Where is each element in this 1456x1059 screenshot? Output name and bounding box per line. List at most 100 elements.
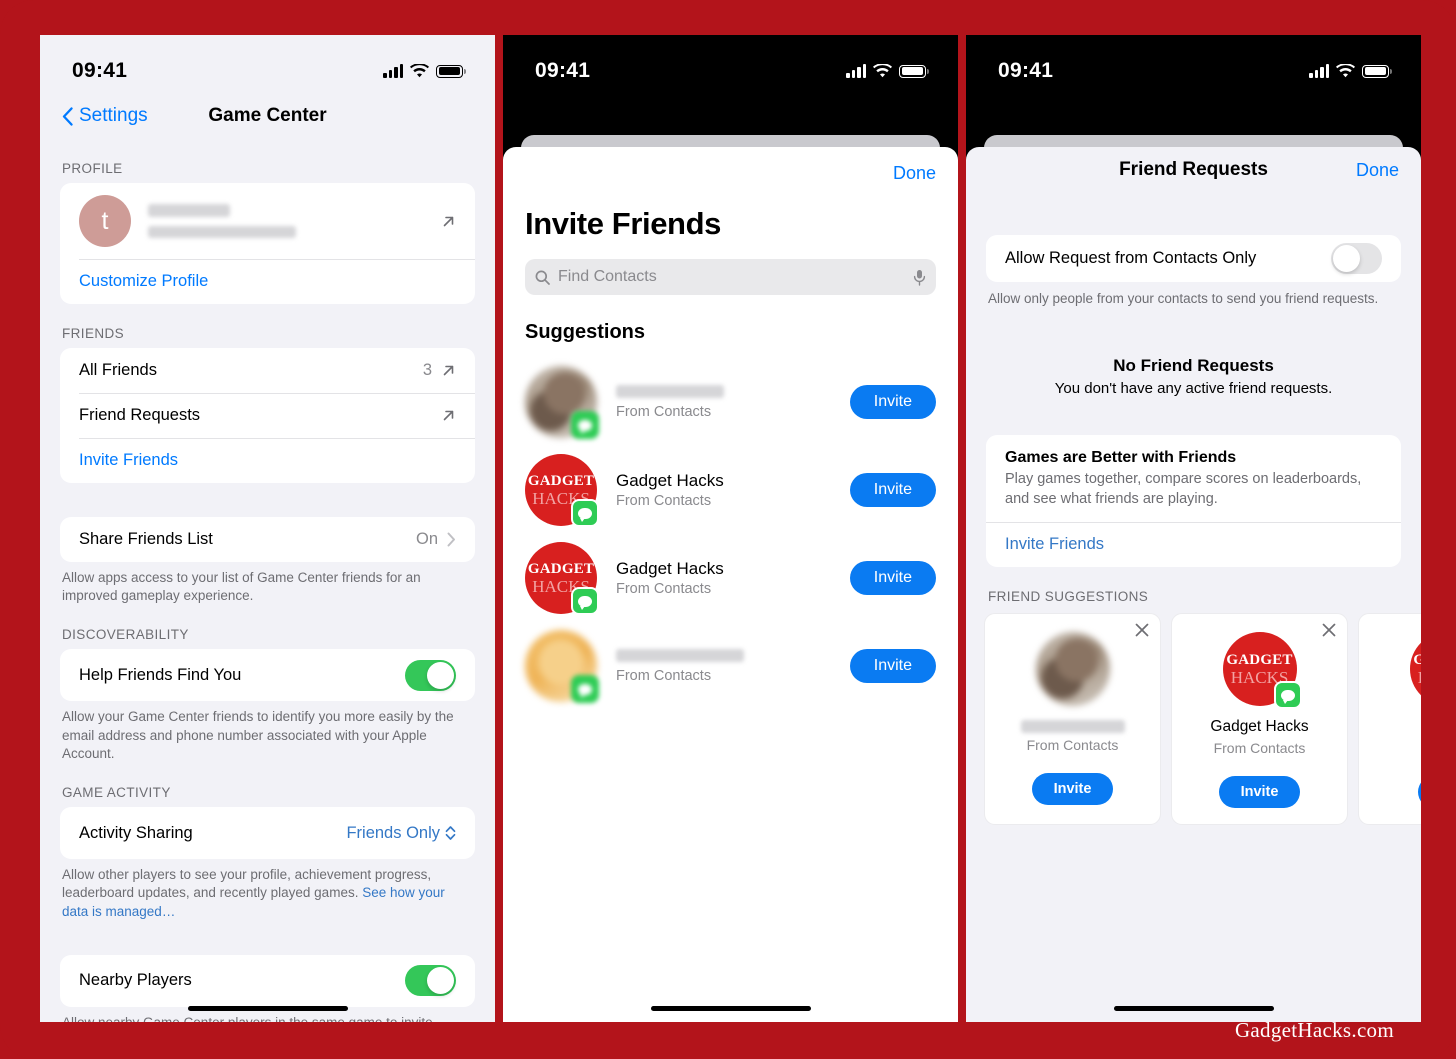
- card-name: Gadge: [1369, 718, 1421, 736]
- share-friends-list-label: Share Friends List: [79, 530, 213, 548]
- share-friends-list-card: Share Friends List On: [60, 517, 475, 562]
- settings-scroll-area[interactable]: PROFILE t Customize Profile FRIENDS All …: [40, 139, 495, 1022]
- avatar-initial: t: [101, 206, 109, 235]
- cellular-signal-icon: [1309, 64, 1329, 78]
- row-all-friends[interactable]: All Friends 3: [60, 348, 475, 393]
- contact-name: Gadget Hacks: [616, 471, 724, 490]
- nearby-players-card: Nearby Players: [60, 954, 475, 1007]
- invite-button[interactable]: Invite: [849, 561, 936, 595]
- nearby-players-toggle[interactable]: [405, 965, 456, 997]
- customize-profile-row[interactable]: Customize Profile: [60, 259, 475, 304]
- friends-section-header: FRIENDS: [62, 326, 125, 341]
- done-button[interactable]: Done: [1356, 160, 1399, 181]
- card-source: From C: [1369, 740, 1421, 756]
- help-friends-find-you-label: Help Friends Find You: [79, 665, 242, 684]
- row-invite-friends[interactable]: Invite Friends: [60, 438, 475, 483]
- logo-line-1: GADGET: [527, 472, 595, 489]
- status-bar-3: 09:41: [966, 35, 1421, 93]
- sheet-title: Friend Requests: [1119, 159, 1268, 180]
- microphone-icon[interactable]: [913, 269, 926, 286]
- promo-card: Games are Better with Friends Play games…: [986, 435, 1401, 568]
- phones-row: 09:41 Settings Game Center PROFILE t Cus…: [0, 0, 1456, 1059]
- profile-text: [148, 204, 441, 238]
- arrow-up-right-icon: [441, 363, 456, 378]
- invite-button[interactable]: In: [1418, 776, 1421, 809]
- status-bar-icons: [846, 64, 929, 78]
- invite-button[interactable]: Invite: [1031, 773, 1114, 806]
- logo-line-1: GADGET: [527, 560, 595, 577]
- done-button[interactable]: Done: [893, 163, 936, 184]
- contact-source: From Contacts: [616, 667, 712, 684]
- logo-line-2: HACKS: [1418, 669, 1421, 686]
- list-item[interactable]: From Contacts Invite: [525, 622, 936, 710]
- list-item[interactable]: From Contacts Invite: [525, 358, 936, 446]
- back-button-label: Settings: [79, 105, 148, 126]
- watermark: GadgetHacks.com: [1234, 1018, 1394, 1042]
- allow-request-label: Allow Request from Contacts Only: [1005, 249, 1257, 267]
- contact-text: From Contacts: [616, 384, 850, 420]
- friend-requests-label: Friend Requests: [79, 406, 201, 424]
- profile-id-redacted: [148, 226, 296, 238]
- friend-requests-sheet: Friend Requests Done Allow Request from …: [966, 147, 1421, 1022]
- promo-invite-friends-link[interactable]: Invite Friends: [986, 522, 1401, 567]
- game-activity-footnote: Allow other players to see your profile,…: [40, 859, 495, 921]
- row-activity-sharing[interactable]: Activity Sharing Friends Only: [60, 807, 475, 859]
- home-indicator: [1113, 1006, 1274, 1011]
- empty-state: No Friend Requests You don't have any ac…: [966, 308, 1421, 397]
- battery-icon: [1362, 64, 1392, 78]
- arrow-up-right-icon: [441, 214, 456, 229]
- invite-button[interactable]: Invite: [849, 649, 936, 683]
- contact-source: From Contacts: [616, 493, 712, 509]
- all-friends-count: 3: [422, 361, 432, 379]
- help-friends-find-you-toggle[interactable]: [405, 659, 456, 691]
- row-allow-request-contacts-only[interactable]: Allow Request from Contacts Only: [986, 235, 1401, 282]
- row-help-friends-find-you[interactable]: Help Friends Find You: [60, 649, 475, 701]
- sheet-title: Invite Friends: [525, 206, 721, 241]
- invite-button[interactable]: Invite: [849, 473, 936, 507]
- contact-text: Gadget Hacks From Contacts: [616, 559, 850, 597]
- friend-suggestion-card[interactable]: GADGET HACKS Gadge From C In: [1358, 613, 1421, 826]
- all-friends-label: All Friends: [79, 361, 157, 379]
- search-contacts-field[interactable]: Find Contacts: [525, 259, 936, 295]
- profile-name-redacted: [148, 204, 230, 217]
- friend-suggestions-carousel[interactable]: From Contacts Invite GADGET HACKS Gadget…: [966, 613, 1421, 826]
- contact-avatar: [525, 630, 599, 703]
- invite-button[interactable]: Invite: [849, 385, 936, 419]
- suggestions-header: Suggestions: [525, 321, 646, 343]
- discoverability-card: Help Friends Find You: [60, 649, 475, 702]
- list-item[interactable]: GADGET HACKS Gadget Hacks From Contacts …: [525, 534, 936, 622]
- row-nearby-players[interactable]: Nearby Players: [60, 955, 475, 1007]
- contact-source: From Contacts: [616, 581, 712, 597]
- customize-profile-label: Customize Profile: [79, 272, 209, 290]
- invite-friends-sheet: Done Invite Friends Find Contacts Sugges…: [503, 147, 958, 1022]
- promo-body: Play games together, compare scores on l…: [1005, 471, 1362, 507]
- empty-state-title: No Friend Requests: [1113, 356, 1274, 376]
- sheet-stack-3: Friend Requests Done Allow Request from …: [966, 93, 1421, 1022]
- back-button-settings[interactable]: Settings: [62, 105, 148, 127]
- card-avatar-wrap: GADGET HACKS: [1182, 632, 1337, 710]
- discoverability-section-header: DISCOVERABILITY: [62, 627, 189, 643]
- allow-request-toggle[interactable]: [1331, 243, 1382, 274]
- row-share-friends-list[interactable]: Share Friends List On: [60, 517, 475, 562]
- row-friend-requests[interactable]: Friend Requests: [60, 393, 475, 438]
- wifi-icon: [873, 64, 892, 78]
- status-bar-2: 09:41: [503, 35, 958, 93]
- sheet-toolbar: Friend Requests Done: [966, 147, 1421, 193]
- status-bar-time: 09:41: [998, 59, 1054, 82]
- contact-name-redacted: [616, 384, 724, 398]
- phone-settings-game-center: 09:41 Settings Game Center PROFILE t Cus…: [40, 35, 495, 1022]
- messages-badge-icon: [571, 499, 599, 527]
- friend-suggestion-card[interactable]: From Contacts Invite: [984, 613, 1161, 826]
- navigation-bar-1: Settings Game Center: [40, 93, 495, 139]
- profile-row[interactable]: t: [60, 183, 475, 259]
- cellular-signal-icon: [846, 64, 866, 78]
- promo-head: Games are Better with Friends Play games…: [986, 435, 1401, 522]
- sheet-stack-2: Done Invite Friends Find Contacts Sugges…: [503, 93, 958, 1022]
- activity-sharing-label: Activity Sharing: [79, 823, 193, 842]
- invite-button[interactable]: Invite: [1218, 776, 1301, 809]
- friend-suggestion-card[interactable]: GADGET HACKS Gadget Hacks From Contacts …: [1171, 613, 1348, 826]
- list-item[interactable]: GADGET HACKS Gadget Hacks From Contacts …: [525, 446, 936, 534]
- sheet-toolbar: Done: [503, 147, 958, 184]
